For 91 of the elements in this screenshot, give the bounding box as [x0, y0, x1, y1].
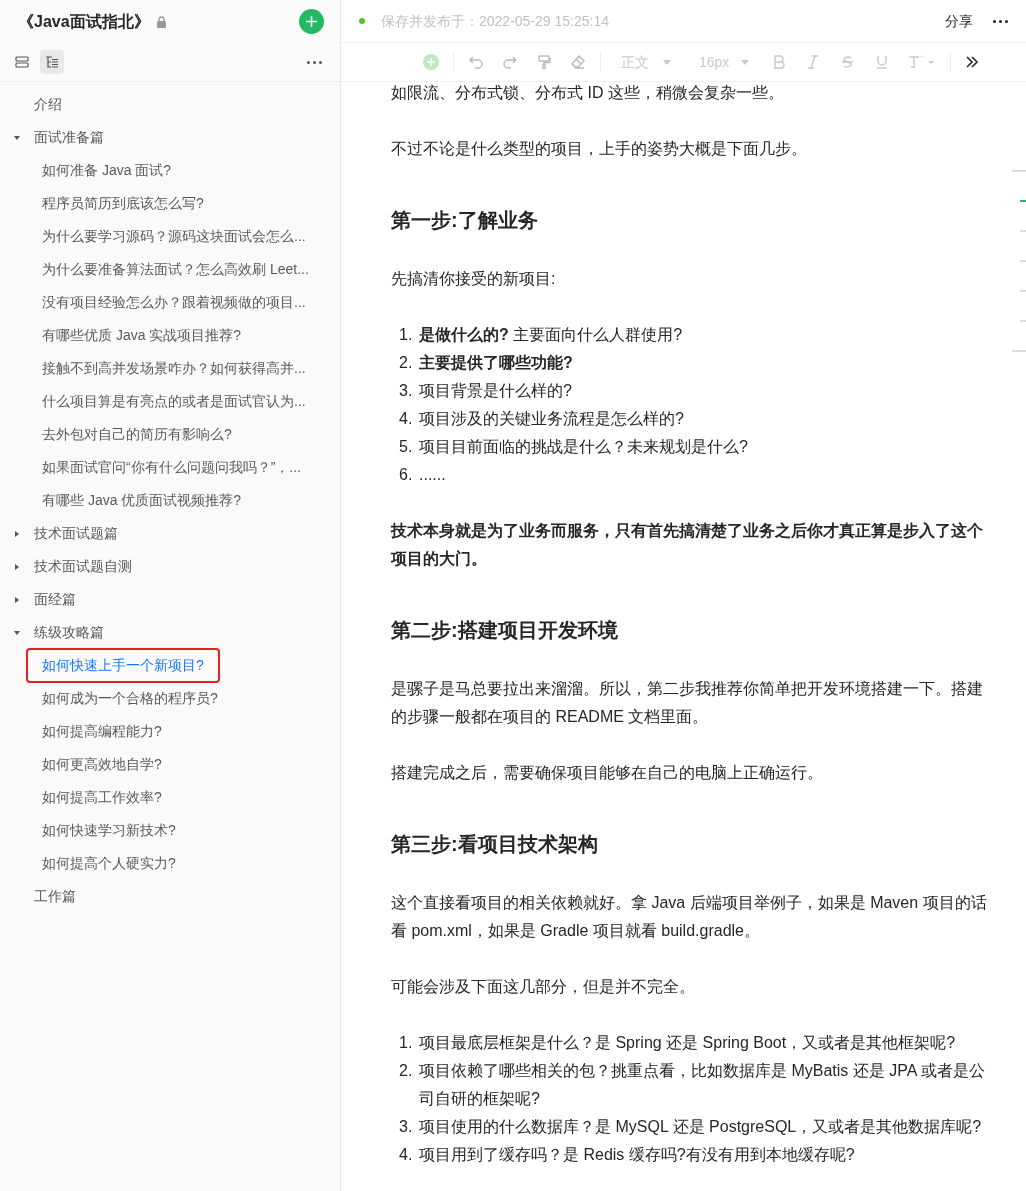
document-link[interactable]: 如果面试官问“你有什么问题问我吗？”，...	[42, 457, 301, 478]
list-item-text: 项目用到了缓存吗？是 Redis 缓存吗?有没有用到本地缓存呢?	[419, 1145, 855, 1165]
section-heading: 第一步:了解业务	[391, 208, 539, 233]
list-item-text: 项目涉及的关键业务流程是怎么样的?	[419, 409, 684, 429]
document-link[interactable]: 有哪些优质 Java 实战项目推荐?	[42, 325, 242, 346]
redo-icon[interactable]	[502, 54, 518, 70]
outline-marker[interactable]	[1020, 230, 1026, 232]
list-item-text: ......	[419, 465, 446, 485]
list-item-text: 项目最底层框架是什么？是 Spring 还是 Spring Boot，又或者是其他框架呢?	[419, 1033, 956, 1053]
outline-marker[interactable]	[1020, 260, 1026, 262]
list-number: 4.	[399, 1145, 414, 1165]
paragraph: 搭建完成之后，需要确保项目能够在自己的电脑上正确运行。	[391, 763, 824, 783]
document-link[interactable]: 程序员简历到底该怎么写?	[42, 193, 204, 214]
list-number: 3.	[399, 381, 414, 401]
list-number: 5.	[399, 437, 414, 457]
section-link[interactable]: 技术面试题自测	[34, 556, 132, 577]
paragraph: 是骡子是马总要拉出来溜溜。所以，第二步我推荐你简单把开发环境搭建一下。搭建的步骤一般都在项目的 README 文档里面。	[391, 679, 984, 727]
save-status: 保存并发布于：2022-05-29 15:25:14	[381, 11, 609, 31]
caret-right-icon[interactable]	[13, 562, 21, 571]
section-heading: 第三步:看项目技术架构	[391, 832, 599, 857]
list-item-text: 项目背景是什么样的?	[419, 381, 572, 401]
tree-view-button[interactable]	[40, 50, 64, 74]
section-link[interactable]: 介绍	[34, 94, 62, 115]
plus-icon	[305, 15, 318, 28]
strikethrough-icon[interactable]	[841, 55, 855, 69]
document-link[interactable]: 如何准备 Java 面试?	[42, 160, 172, 181]
document-link[interactable]: 有哪些 Java 优质面试视频推荐?	[42, 490, 242, 511]
paragraph: 这个直接看项目的相关依赖就好。拿 Java 后端项目举例子，如果是 Maven 项目的话看 pom.xml，如果是 Gradle 项目就看 build.gradle。	[391, 893, 988, 941]
caret-icon	[741, 59, 750, 65]
text-color-icon[interactable]	[908, 55, 937, 69]
document-link[interactable]: 如何成为一个合格的程序员?	[42, 688, 218, 709]
share-button[interactable]: 分享	[945, 10, 973, 32]
list-icon	[15, 56, 29, 68]
list-number: 1.	[399, 325, 414, 345]
document-link[interactable]: 没有项目经验怎么办？跟着视频做的项目...	[42, 292, 306, 313]
caret-down-icon[interactable]	[13, 628, 21, 637]
list-item-text: 项目依赖了哪些相关的包？挑重点看，比如数据库是 MyBatis 还是 JPA 或者是公司自研的框架呢?	[419, 1061, 986, 1109]
document-link[interactable]: 如何提高编程能力?	[42, 721, 162, 742]
insert-icon[interactable]	[423, 54, 439, 70]
caret-right-icon[interactable]	[13, 595, 21, 604]
document-link[interactable]: 如何快速学习新技术?	[42, 820, 176, 841]
eraser-icon[interactable]	[570, 54, 586, 70]
section-link[interactable]: 面试准备篇	[34, 127, 104, 148]
caret-right-icon[interactable]	[13, 529, 21, 538]
list-number: 2.	[399, 353, 414, 373]
document-link[interactable]: 如何提高工作效率?	[42, 787, 162, 808]
document-link[interactable]: 为什么要学习源码？源码这块面试会怎么...	[42, 226, 306, 247]
undo-icon[interactable]	[468, 54, 484, 70]
book-title: 《Java面试指北》	[18, 11, 150, 32]
underline-icon[interactable]	[876, 55, 889, 69]
document-link[interactable]: 什么项目算是有亮点的或者是面试官认为...	[42, 391, 306, 412]
list-number: 1.	[399, 1033, 414, 1053]
list-number: 4.	[399, 409, 414, 429]
section-link[interactable]: 工作篇	[34, 886, 76, 907]
document-link[interactable]: 如何提高个人硬实力?	[42, 853, 176, 874]
expand-toolbar-icon[interactable]	[965, 55, 980, 69]
caret-icon	[663, 59, 671, 65]
outline-marker[interactable]	[1012, 350, 1026, 352]
format-painter-icon[interactable]	[536, 54, 552, 70]
list-item-text: 主要提供了哪些功能?	[419, 353, 573, 373]
document-link[interactable]: 去外包对自己的简历有影响么?	[42, 424, 232, 445]
list-item-text: 项目目前面临的挑战是什么？未来规划是什么?	[419, 437, 748, 457]
section-link[interactable]: 技术面试题篇	[34, 523, 118, 544]
section-link[interactable]: 练级攻略篇	[34, 622, 104, 643]
section-link[interactable]: 面经篇	[34, 589, 76, 610]
list-number: 3.	[399, 1117, 414, 1137]
paragraph: 不过不论是什么类型的项目，上手的姿势大概是下面几步。	[391, 139, 808, 159]
list-item-text: 项目使用的什么数据库？是 MySQL 还是 PostgreSQL，又或者是其他数据库呢?	[419, 1117, 982, 1137]
document-link[interactable]: 如何快速上手一个新项目?	[26, 648, 220, 683]
list-item-text: 是做什么的? 主要面向什么人群使用?	[419, 325, 683, 345]
outline-marker[interactable]	[1012, 170, 1026, 172]
add-button[interactable]	[299, 9, 324, 34]
tree-icon	[45, 55, 59, 69]
outline-marker[interactable]	[1020, 320, 1026, 322]
document-link[interactable]: 接触不到高并发场景咋办？如何获得高并...	[42, 358, 306, 379]
document-link[interactable]: 如何更高效地自学?	[42, 754, 162, 775]
more-icon[interactable]	[307, 60, 322, 64]
more-icon[interactable]	[993, 19, 1008, 23]
list-number: 6.	[399, 465, 414, 485]
bold-icon[interactable]	[773, 55, 786, 69]
paragraph: 技术本身就是为了业务而服务，只有首先搞清楚了业务之后你才真正算是步入了这个项目的大门。	[391, 521, 984, 569]
paragraph: 如限流、分布式锁、分布式 ID 这些，稍微会复杂一些。	[391, 83, 785, 103]
section-heading: 第二步:搭建项目开发环境	[391, 618, 619, 643]
paragraph: 可能会涉及下面这几部分，但是并不完全。	[391, 977, 696, 997]
caret-down-icon[interactable]	[13, 133, 21, 142]
italic-icon[interactable]	[807, 55, 820, 69]
outline-marker[interactable]	[1020, 200, 1026, 202]
outline-marker[interactable]	[1020, 290, 1026, 292]
document-link[interactable]: 为什么要准备算法面试？怎么高效刷 Leet...	[42, 259, 309, 280]
list-number: 2.	[399, 1061, 414, 1081]
paragraph: 先搞清你接受的新项目:	[391, 269, 557, 289]
